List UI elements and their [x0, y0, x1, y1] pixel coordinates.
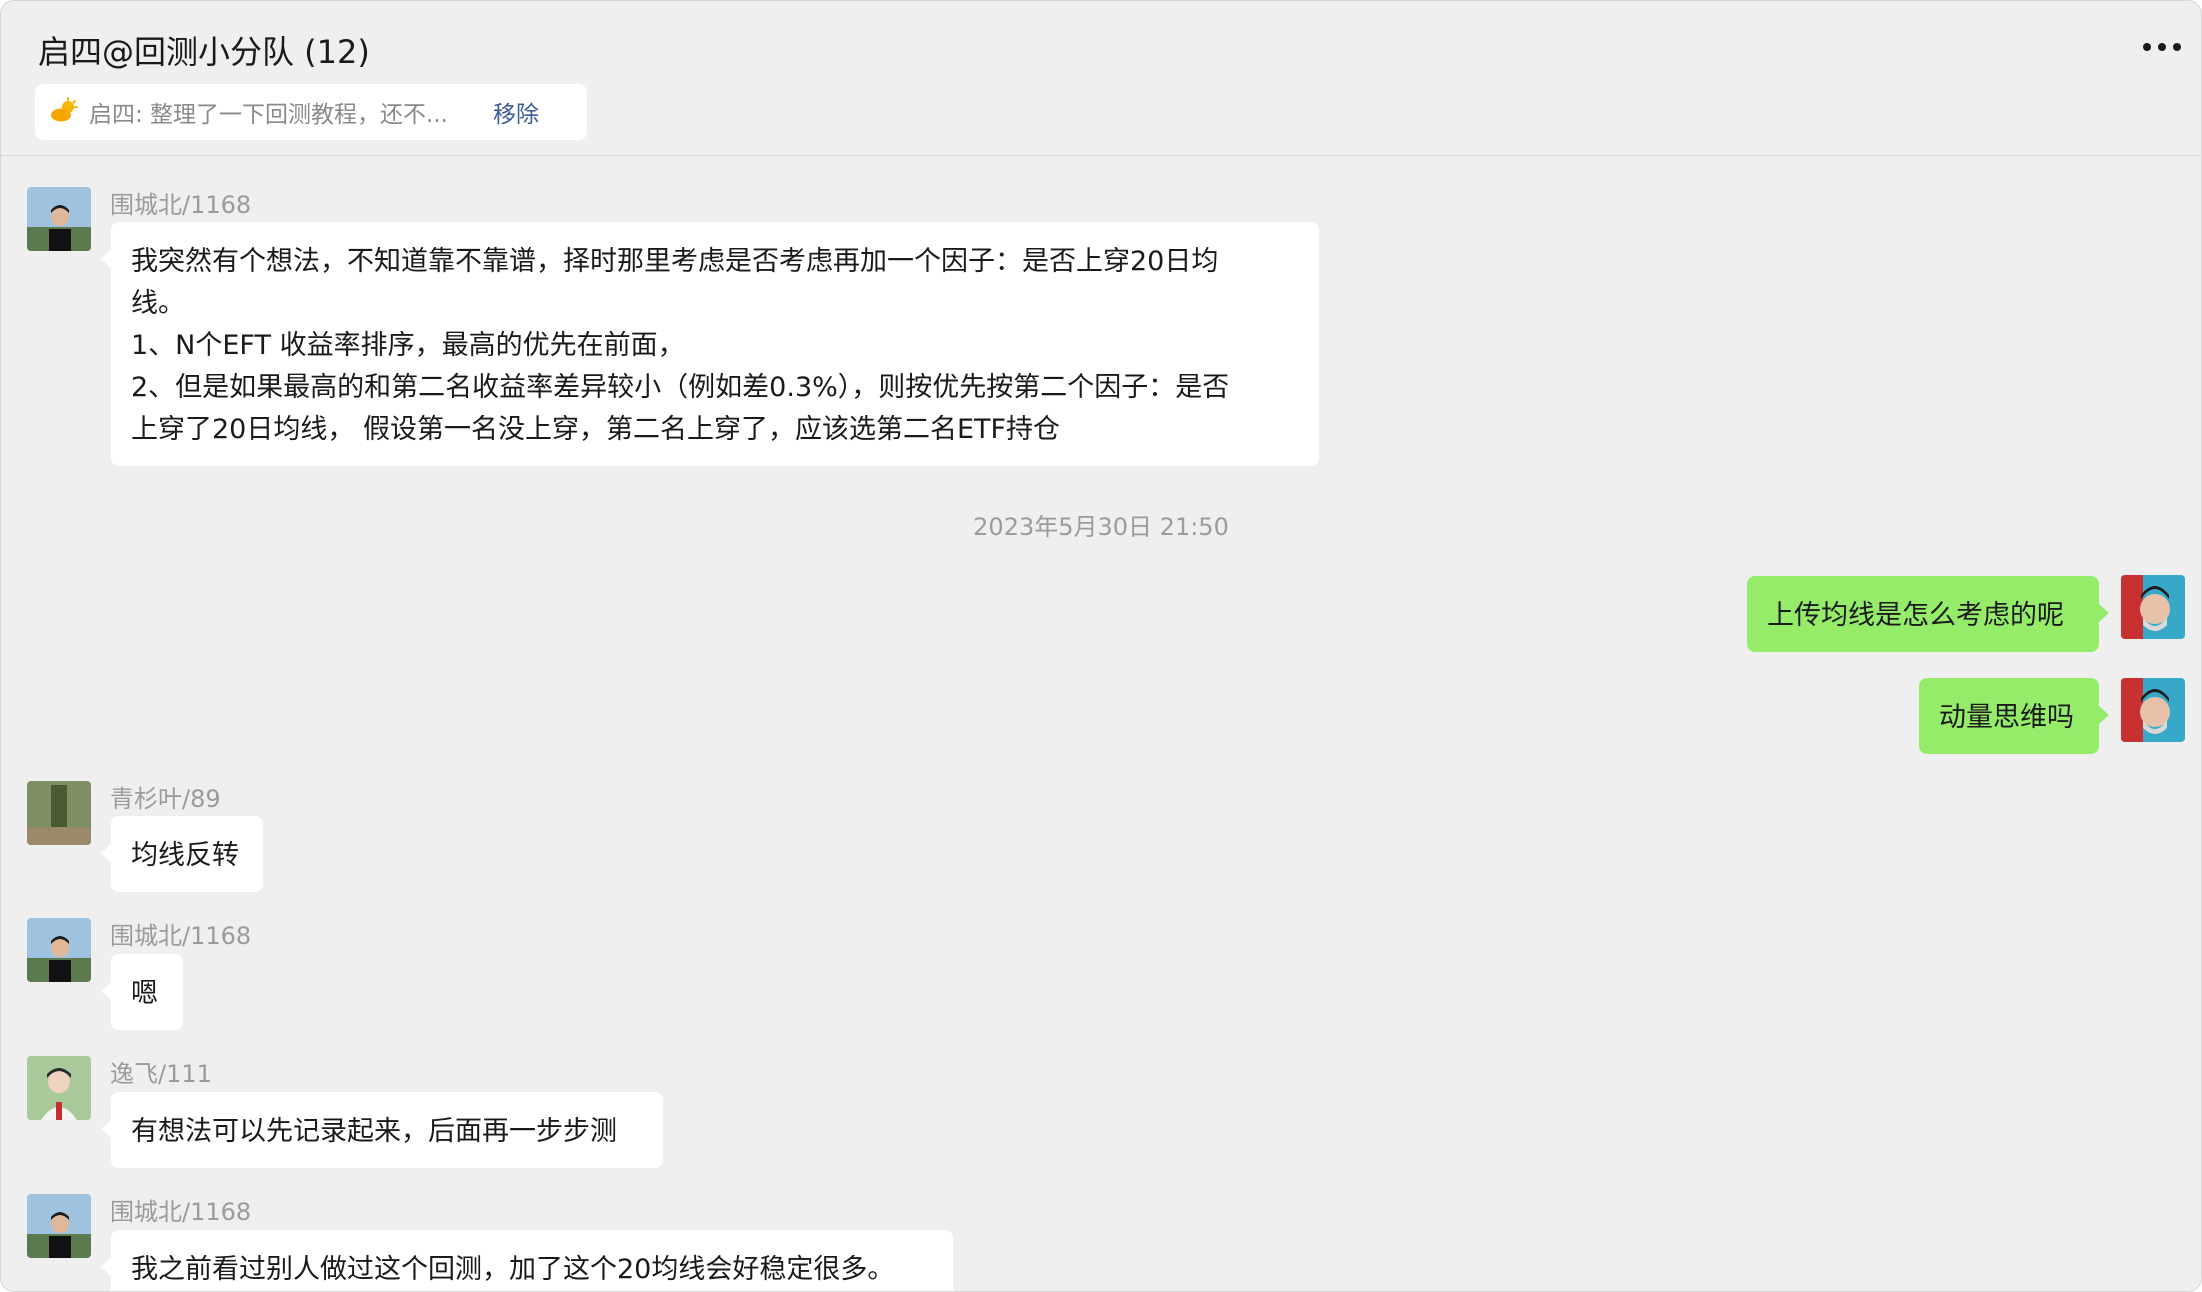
chat-header: 启四@回测小分队 (12) 启四: 整理了一下回测教程，还不... 移除	[1, 1, 2201, 156]
sender-name: 逸飞/111	[110, 1060, 212, 1088]
message-bubble[interactable]: 嗯	[101, 954, 183, 1030]
message-bubble[interactable]: 我之前看过别人做过这个回测，加了这个20均线会好稳定很多。	[101, 1230, 953, 1291]
sun-cloud-icon	[51, 97, 78, 122]
timestamp: 2023年5月30日 21:50	[973, 513, 1229, 541]
sender-name: 围城北/1168	[110, 1198, 252, 1226]
avatar[interactable]	[27, 1194, 91, 1258]
message-bubble[interactable]: 均线反转	[101, 816, 263, 892]
pinned-message[interactable]: 启四: 整理了一下回测教程，还不... 移除	[35, 84, 587, 140]
sender-name: 围城北/1168	[110, 922, 252, 950]
message-bubble-mine[interactable]: 上传均线是怎么考虑的呢	[1747, 576, 2109, 652]
chat-window: 启四@回测小分队 (12) 启四: 整理了一下回测教程，还不... 移除 围城北…	[0, 0, 2202, 1292]
sender-name: 青杉叶/89	[110, 785, 221, 813]
my-avatar[interactable]	[2121, 575, 2185, 639]
message-bubble[interactable]: 我突然有个想法，不知道靠不靠谱，择时那里考虑是否考虑再加一个因子：是否上穿20日…	[101, 222, 1319, 466]
my-avatar[interactable]	[2121, 678, 2185, 742]
avatar[interactable]	[27, 187, 91, 251]
chat-title: 启四@回测小分队 (12)	[38, 33, 370, 71]
pinned-remove-button[interactable]: 移除	[493, 95, 539, 129]
avatar[interactable]	[27, 1056, 91, 1120]
more-options-icon[interactable]	[2137, 27, 2187, 67]
pinned-message-text: 启四: 整理了一下回测教程，还不...	[89, 102, 448, 128]
sender-name: 围城北/1168	[110, 191, 252, 219]
message-bubble-mine[interactable]: 动量思维吗	[1919, 678, 2109, 754]
avatar[interactable]	[27, 781, 91, 845]
avatar[interactable]	[27, 918, 91, 982]
message-bubble[interactable]: 有想法可以先记录起来，后面再一步步测	[101, 1092, 663, 1168]
